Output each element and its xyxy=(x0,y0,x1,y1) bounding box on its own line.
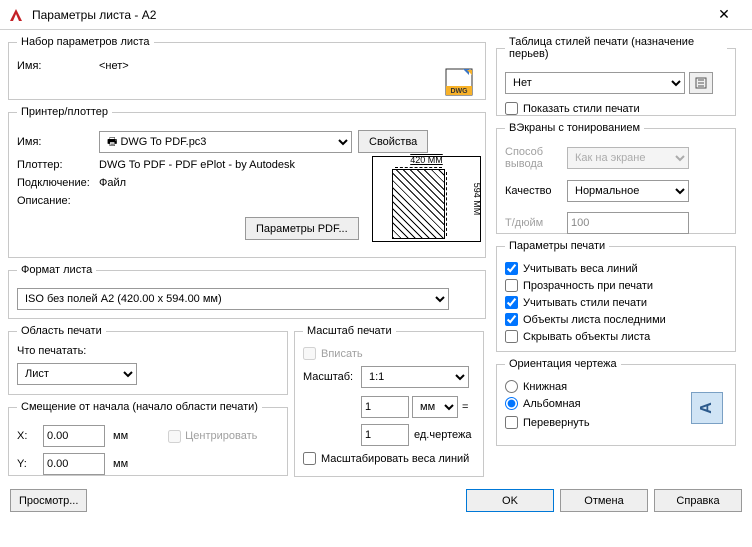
scale-lw-label: Масштабировать веса линий xyxy=(321,453,469,465)
printer-group: Принтер/плоттер Имя: 🖶 DWG To PDF.pc3 Св… xyxy=(8,106,486,258)
equals-label: = xyxy=(462,401,468,413)
plot-area-legend: Область печати xyxy=(17,325,106,337)
orient-legend: Ориентация чертежа xyxy=(505,358,621,370)
orient-group: Ориентация чертежа Книжная Альбомная Пер… xyxy=(496,358,736,446)
dpi-label: Т/дюйм xyxy=(505,217,567,229)
center-checkbox xyxy=(168,430,181,443)
preview-height-label: 594 MM xyxy=(472,183,482,216)
offset-group: Смещение от начала (начало области печат… xyxy=(8,401,288,476)
lw-checkbox[interactable] xyxy=(505,262,518,275)
options-group: Параметры печати Учитывать веса линий Пр… xyxy=(496,240,736,352)
svg-text:DWG: DWG xyxy=(450,88,468,95)
pdf-params-button[interactable]: Параметры PDF... xyxy=(245,217,359,240)
connect-value: Файл xyxy=(99,177,126,189)
fit-checkbox xyxy=(303,347,316,360)
offset-y-label: Y: xyxy=(17,458,43,470)
plotter-value: DWG To PDF - PDF ePlot - by Autodesk xyxy=(99,159,295,171)
scale-num-input[interactable] xyxy=(361,396,409,418)
connect-label: Подключение: xyxy=(17,177,99,189)
paper-legend: Формат листа xyxy=(17,264,96,276)
ok-button[interactable]: OK xyxy=(466,489,554,512)
paper-select[interactable]: ISO без полей A2 (420.00 x 594.00 мм) xyxy=(17,288,449,310)
offset-y-unit: мм xyxy=(113,458,128,470)
paper-preview: 420 MM 594 MM xyxy=(372,156,481,242)
portrait-radio[interactable] xyxy=(505,380,518,393)
printer-name-label: Имя: xyxy=(17,136,99,148)
window-title: Параметры листа - A2 xyxy=(32,8,704,22)
show-styles-checkbox[interactable] xyxy=(505,102,518,115)
dpi-input xyxy=(567,212,689,234)
plot-area-group: Область печати Что печатать: Лист xyxy=(8,325,288,395)
help-button[interactable]: Справка xyxy=(654,489,742,512)
offset-legend: Смещение от начала (начало области печат… xyxy=(17,401,262,413)
plot-area-what-label: Что печатать: xyxy=(17,345,279,357)
style-table-group: Таблица стилей печати (назначение перьев… xyxy=(496,36,736,116)
quality-select[interactable]: Нормальное xyxy=(567,180,689,202)
center-label: Центрировать xyxy=(185,430,257,442)
shade-mode-label: Способ вывода xyxy=(505,146,567,170)
scale-unit-select[interactable]: мм xyxy=(412,396,458,418)
quality-label: Качество xyxy=(505,185,567,197)
portrait-label: Книжная xyxy=(523,381,567,393)
options-legend: Параметры печати xyxy=(505,240,609,252)
shade-mode-select: Как на экране xyxy=(567,147,689,169)
scale-group: Масштаб печати Вписать Масштаб: 1:1 мм = xyxy=(294,325,484,477)
scale-lw-checkbox[interactable] xyxy=(303,452,316,465)
style-table-legend: Таблица стилей печати (назначение перьев… xyxy=(505,36,727,60)
close-button[interactable]: ✕ xyxy=(704,0,744,30)
offset-x-unit: мм xyxy=(113,430,128,442)
shaded-group: ВЭкраны с тонированием Способ вывода Как… xyxy=(496,122,736,234)
offset-x-label: X: xyxy=(17,430,43,442)
shaded-legend: ВЭкраны с тонированием xyxy=(505,122,644,134)
upside-label: Перевернуть xyxy=(523,417,590,429)
drawing-units-label: ед.чертежа xyxy=(414,429,471,441)
style-table-select[interactable]: Нет xyxy=(505,72,685,94)
scale-select[interactable]: 1:1 xyxy=(361,366,469,388)
edit-style-button[interactable] xyxy=(689,72,713,94)
orient-icon: A xyxy=(691,392,723,424)
fit-label: Вписать xyxy=(321,348,363,360)
app-icon xyxy=(8,7,24,23)
printer-legend: Принтер/плоттер xyxy=(17,106,112,118)
page-setup-name-label: Имя: xyxy=(17,60,99,72)
printer-name-select[interactable]: 🖶 DWG To PDF.pc3 xyxy=(99,131,352,153)
hide-checkbox[interactable] xyxy=(505,330,518,343)
last-checkbox[interactable] xyxy=(505,313,518,326)
cancel-button[interactable]: Отмена xyxy=(560,489,648,512)
page-setup-name-value: <нет> xyxy=(99,60,129,72)
scale-label: Масштаб: xyxy=(303,371,361,383)
scale-denom-input[interactable] xyxy=(361,424,409,446)
styles-label: Учитывать стили печати xyxy=(523,297,647,309)
upside-checkbox[interactable] xyxy=(505,416,518,429)
page-setup-group: Набор параметров листа Имя: <нет> DWG xyxy=(8,36,486,100)
last-label: Объекты листа последними xyxy=(523,314,666,326)
landscape-label: Альбомная xyxy=(523,398,581,410)
show-styles-label: Показать стили печати xyxy=(523,103,640,115)
properties-button[interactable]: Свойства xyxy=(358,130,428,153)
desc-label: Описание: xyxy=(17,195,99,207)
landscape-radio[interactable] xyxy=(505,397,518,410)
preview-width-label: 420 MM xyxy=(373,155,480,165)
plotter-label: Плоттер: xyxy=(17,159,99,171)
trans-label: Прозрачность при печати xyxy=(523,280,653,292)
hide-label: Скрывать объекты листа xyxy=(523,331,650,343)
plot-area-select[interactable]: Лист xyxy=(17,363,137,385)
dwg-icon: DWG xyxy=(443,66,475,98)
styles-checkbox[interactable] xyxy=(505,296,518,309)
trans-checkbox[interactable] xyxy=(505,279,518,292)
lw-label: Учитывать веса линий xyxy=(523,263,638,275)
scale-legend: Масштаб печати xyxy=(303,325,396,337)
preview-button[interactable]: Просмотр... xyxy=(10,489,87,512)
offset-y-input[interactable] xyxy=(43,453,105,475)
offset-x-input[interactable] xyxy=(43,425,105,447)
paper-group: Формат листа ISO без полей A2 (420.00 x … xyxy=(8,264,486,319)
page-setup-legend: Набор параметров листа xyxy=(17,36,154,48)
